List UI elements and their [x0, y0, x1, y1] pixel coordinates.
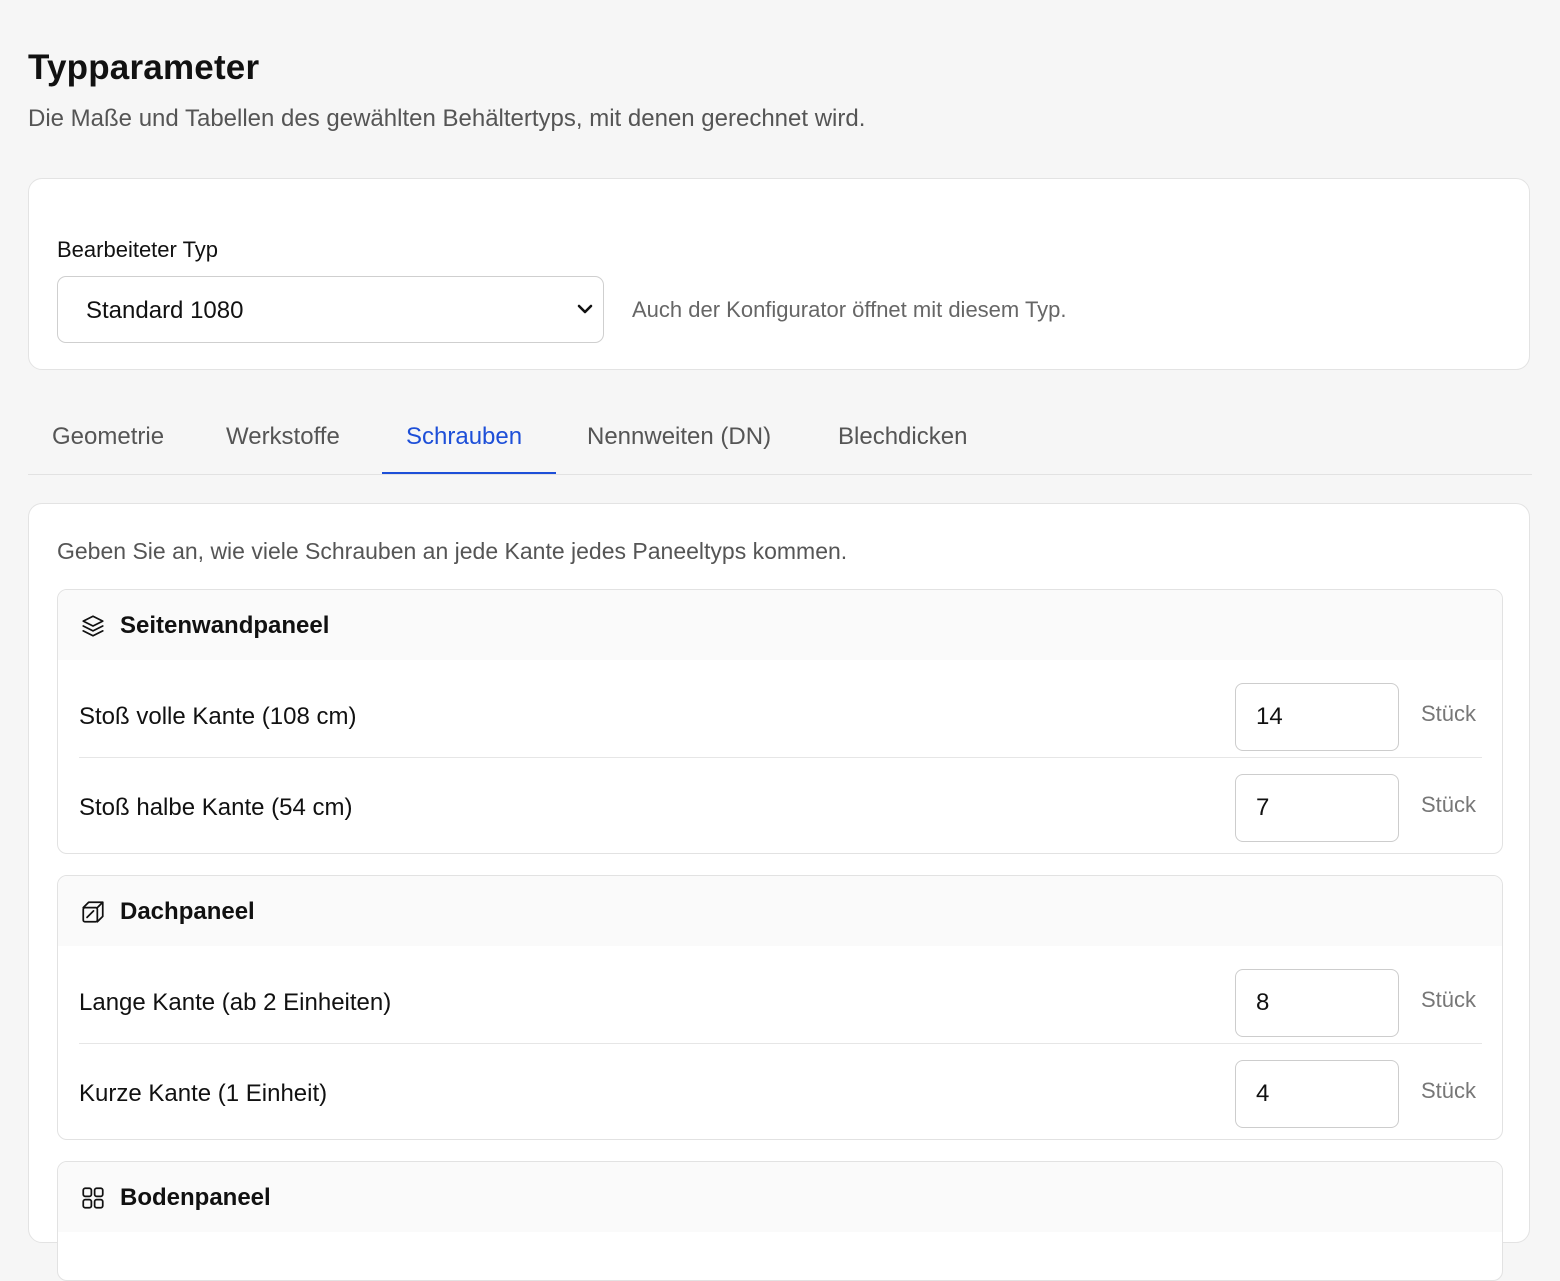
row-label: Stoß volle Kante (108 cm): [79, 703, 357, 730]
panel-header: Seitenwandpaneel: [58, 590, 1502, 660]
type-selector-hint: Auch der Konfigurator öffnet mit diesem …: [632, 297, 1067, 322]
tab-label: Geometrie: [52, 423, 165, 450]
panel-title: Dachpaneel: [120, 898, 255, 925]
panel-title: Seitenwandpaneel: [120, 612, 330, 639]
tab-label: Nennweiten (DN): [587, 423, 772, 450]
type-selector-card: Bearbeiteter Typ Standard 1080 Auch der …: [28, 178, 1530, 370]
row-unit: Stück: [1421, 1078, 1477, 1103]
row-unit: Stück: [1421, 701, 1477, 726]
screw-count-input[interactable]: [1235, 774, 1399, 842]
screw-row: Stoß volle Kante (108 cm) Stück: [79, 667, 1482, 758]
tab-label: Werkstoffe: [226, 423, 340, 450]
screw-count-input[interactable]: [1235, 683, 1399, 751]
tab-label: Blechdicken: [838, 423, 968, 450]
layers-icon: [82, 615, 104, 637]
tab-geometrie[interactable]: Geometrie: [28, 405, 194, 474]
panel-bodenpaneel: Bodenpaneel: [57, 1161, 1503, 1281]
screws-intro: Geben Sie an, wie viele Schrauben an jed…: [57, 538, 848, 564]
tab-blechdicken[interactable]: Blechdicken: [814, 405, 1004, 474]
row-unit: Stück: [1421, 792, 1477, 817]
type-select-value: Standard 1080: [86, 297, 244, 324]
screw-count-input[interactable]: [1235, 1060, 1399, 1128]
panel-dachpaneel: Dachpaneel Lange Kante (ab 2 Einheiten) …: [57, 875, 1503, 1140]
screw-row: Kurze Kante (1 Einheit) Stück: [79, 1044, 1482, 1134]
screw-count-input[interactable]: [1235, 969, 1399, 1037]
panel-seitenwandpaneel: Seitenwandpaneel Stoß volle Kante (108 c…: [57, 589, 1503, 854]
tab-schrauben[interactable]: Schrauben: [382, 405, 556, 474]
panel-header: Dachpaneel: [58, 876, 1502, 946]
screw-row: Stoß halbe Kante (54 cm) Stück: [79, 758, 1482, 848]
row-label: Lange Kante (ab 2 Einheiten): [79, 989, 392, 1016]
page-title: Typparameter: [28, 48, 260, 87]
row-label: Stoß halbe Kante (54 cm): [79, 794, 353, 821]
row-unit: Stück: [1421, 987, 1477, 1012]
box-icon: [82, 901, 104, 923]
chevron-down-icon: [577, 304, 593, 314]
tab-bar: Geometrie Werkstoffe Schrauben Nennweite…: [28, 405, 1532, 475]
tab-label: Schrauben: [406, 423, 523, 450]
tab-nennweiten[interactable]: Nennweiten (DN): [563, 405, 793, 474]
panel-title: Bodenpaneel: [120, 1184, 271, 1211]
type-selector-label: Bearbeiteter Typ: [57, 237, 219, 262]
screw-row: Lange Kante (ab 2 Einheiten) Stück: [79, 953, 1482, 1044]
tab-werkstoffe[interactable]: Werkstoffe: [202, 405, 376, 474]
panel-header: Bodenpaneel: [58, 1162, 1502, 1232]
screws-card: Geben Sie an, wie viele Schrauben an jed…: [28, 503, 1530, 1281]
page-subtitle: Die Maße und Tabellen des gewählten Behä…: [28, 105, 866, 132]
grid-icon: [82, 1187, 104, 1209]
type-select[interactable]: Standard 1080: [57, 276, 604, 343]
row-label: Kurze Kante (1 Einheit): [79, 1080, 328, 1107]
